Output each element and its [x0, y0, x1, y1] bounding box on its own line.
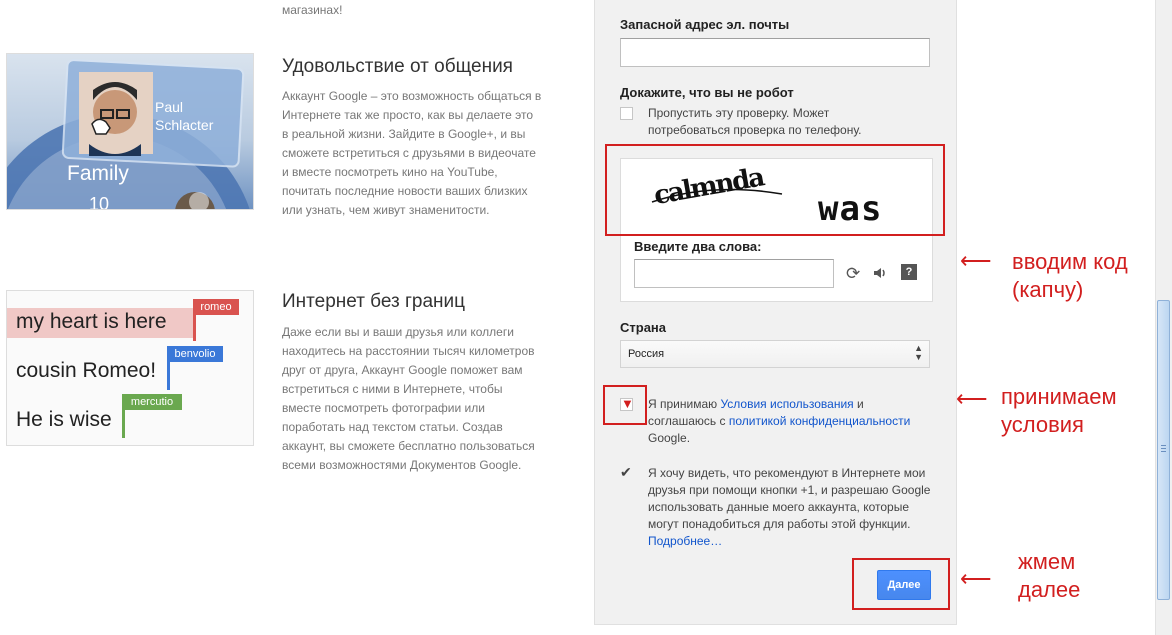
- comment-line-2: cousin Romeo!: [16, 359, 157, 382]
- robot-check-label: Докажите, что вы не робот: [620, 85, 794, 100]
- country-selected-value: Россия: [628, 348, 665, 360]
- terms-suffix: Google.: [648, 431, 691, 445]
- skip-check-checkbox[interactable]: [620, 107, 633, 120]
- feature-title-communication: Удовольствие от общения: [282, 56, 513, 77]
- captcha-prompt: Введите два слова:: [634, 239, 762, 254]
- plusone-description: Я хочу видеть, что рекомендуют в Интерне…: [648, 466, 931, 531]
- comment-tag-mercutio: mercutio: [122, 394, 182, 410]
- terms-of-service-link[interactable]: Условия использования: [720, 397, 853, 411]
- captcha-annotation: вводим код (капчу): [1012, 249, 1128, 302]
- refresh-captcha-icon[interactable]: ⟳: [846, 264, 860, 284]
- terms-checkbox-highlight: [603, 385, 647, 425]
- next-arrow-icon: ⟵: [960, 566, 992, 591]
- comment-tag-benvolio: benvolio: [167, 346, 223, 362]
- intro-text-tail: магазинах!: [282, 3, 343, 17]
- comment-line-1: my heart is here: [16, 310, 167, 333]
- terms-arrow-icon: ⟵: [956, 386, 988, 411]
- next-annotation: жмем далее: [1018, 549, 1081, 602]
- country-label: Страна: [620, 320, 667, 335]
- captcha-highlight-box: [605, 144, 945, 236]
- feature-title-borderless: Интернет без границ: [282, 291, 466, 312]
- contact-name-card: Paul Schlacter: [155, 98, 213, 134]
- circle-count: 10: [89, 194, 110, 210]
- terms-annotation: принимаем условия: [1001, 384, 1117, 437]
- contact-first-name: Paul: [155, 99, 184, 115]
- plusone-text: Я хочу видеть, что рекомендуют в Интерне…: [648, 465, 933, 550]
- comment-tag-romeo: romeo: [193, 299, 239, 315]
- contact-last-name: Schlacter: [155, 117, 214, 133]
- backup-email-input[interactable]: [620, 38, 930, 67]
- backup-email-label: Запасной адрес эл. почты: [620, 17, 790, 32]
- plusone-checkbox[interactable]: ✔: [620, 465, 633, 479]
- captcha-arrow-icon: ⟵: [960, 248, 992, 273]
- feature-text-communication: Аккаунт Google – это возможность общатьс…: [282, 89, 542, 217]
- comment-line-romeo: [193, 315, 196, 341]
- circle-label: Family: [67, 162, 129, 185]
- scrollbar-thumb[interactable]: [1157, 300, 1170, 600]
- audio-captcha-icon[interactable]: [872, 265, 888, 286]
- captcha-input[interactable]: [634, 259, 834, 288]
- country-select[interactable]: Россия ▲ ▼: [620, 340, 930, 368]
- next-button-highlight: [852, 558, 950, 610]
- skip-check-text: Пропустить эту проверку. Может потребова…: [648, 106, 862, 137]
- comment-line-3: He is wise: [16, 408, 112, 431]
- hangout-illustration: Paul Schlacter Family 10: [6, 53, 254, 210]
- help-captcha-icon[interactable]: ?: [901, 264, 917, 280]
- doc-comments-illustration: romeo my heart is here benvolio cousin R…: [6, 290, 254, 446]
- privacy-policy-link[interactable]: политикой конфиденциальности: [729, 414, 910, 428]
- feature-text-borderless: Даже если вы и ваши друзья или коллеги н…: [282, 325, 535, 472]
- terms-prefix: Я принимаю: [648, 397, 721, 411]
- select-arrows-icon: ▲ ▼: [914, 343, 923, 362]
- hangout-image: [7, 59, 250, 209]
- accept-terms-text: Я принимаю Условия использования и согла…: [648, 396, 933, 447]
- learn-more-link[interactable]: Подробнее…: [648, 534, 722, 548]
- comment-line-benvolio: [167, 362, 170, 390]
- comment-line-mercutio: [122, 410, 125, 438]
